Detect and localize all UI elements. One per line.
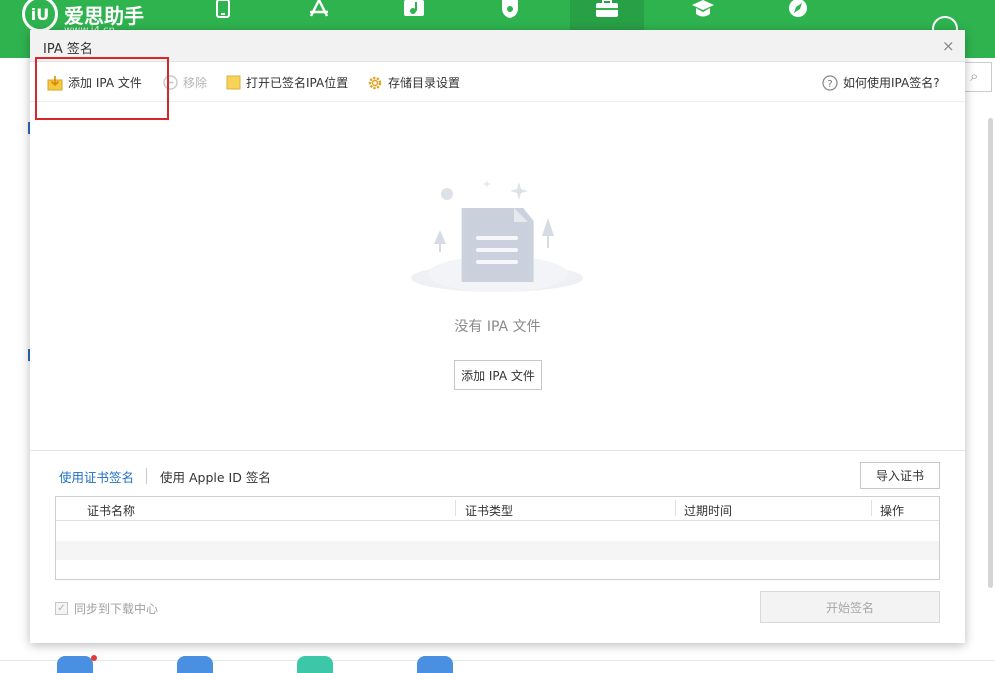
start-sign-button[interactable]: 开始签名 [760, 591, 940, 623]
column-separator [675, 500, 676, 516]
add-ipa-file-button[interactable]: 添加 IPA 文件 [454, 360, 542, 390]
app-tile-icon[interactable] [57, 656, 93, 673]
table-row [56, 560, 939, 579]
sync-download-center[interactable]: ✓ 同步到下载中心 [55, 600, 158, 617]
empty-file-illustration [410, 178, 585, 298]
column-header-cert-type: 证书类型 [465, 504, 514, 518]
dialog-header: IPA 签名 × [30, 30, 965, 62]
phone-icon[interactable] [213, 0, 233, 18]
section-divider [30, 450, 965, 451]
storage-settings-label: 存储目录设置 [388, 76, 461, 90]
help-icon: ? [822, 74, 838, 91]
tab-cert-sign[interactable]: 使用证书签名 [59, 467, 134, 486]
help-link[interactable]: ? 如何使用IPA签名? [822, 74, 940, 91]
svg-text:?: ? [827, 79, 832, 90]
import-cert-button[interactable]: 导入证书 [860, 462, 940, 489]
app-tile-icon[interactable] [417, 656, 453, 673]
tab-appleid-sign[interactable]: 使用 Apple ID 签名 [160, 467, 271, 486]
open-signed-location-button[interactable]: 打开已签名IPA位置 [225, 74, 348, 91]
logo-mark: iU [22, 0, 58, 32]
column-separator [455, 500, 456, 516]
dialog-toolbar: 添加 IPA 文件 移除 打开已签名IPA位置 存储目录设置 ? 如何使用IPA… [30, 62, 965, 102]
table-row [56, 522, 939, 541]
column-header-actions: 操作 [880, 504, 905, 518]
ringtone-icon[interactable] [500, 0, 520, 18]
toolbox-icon[interactable] [596, 0, 618, 18]
folder-icon [225, 75, 241, 91]
dialog-title: IPA 签名 [43, 42, 93, 57]
compass-icon[interactable] [788, 0, 808, 18]
help-label: 如何使用IPA签名? [843, 76, 940, 90]
education-icon[interactable] [692, 0, 714, 18]
background-scrollbar[interactable] [988, 118, 993, 588]
music-icon[interactable] [404, 0, 424, 18]
app-store-icon[interactable] [308, 0, 329, 18]
app-tile-icon[interactable] [297, 656, 333, 673]
open-signed-location-label: 打开已签名IPA位置 [246, 76, 349, 90]
highlight-box [35, 57, 169, 120]
sync-label: 同步到下载中心 [74, 602, 159, 616]
column-header-expiry: 过期时间 [684, 504, 733, 518]
empty-message: 没有 IPA 文件 [454, 319, 541, 335]
sync-checkbox[interactable]: ✓ [55, 602, 68, 615]
storage-settings-button[interactable]: 存储目录设置 [367, 74, 460, 91]
column-separator [871, 500, 872, 516]
gear-icon [367, 75, 383, 91]
cert-table: 证书名称 证书类型 过期时间 操作 [55, 496, 940, 580]
app-tile-icon[interactable] [177, 656, 213, 673]
notification-dot [91, 655, 97, 661]
table-header: 证书名称 证书类型 过期时间 操作 [56, 497, 939, 521]
column-header-cert-name: 证书名称 [87, 504, 136, 518]
search-icon[interactable]: ⌕ [962, 62, 992, 92]
remove-label: 移除 [183, 76, 208, 90]
ipa-sign-dialog: IPA 签名 × 添加 IPA 文件 移除 打开已签名IPA位置 存储目录设置 … [30, 30, 965, 643]
table-row [56, 541, 939, 560]
tab-separator [146, 468, 147, 484]
close-button[interactable]: × [942, 37, 955, 55]
background-divider [0, 660, 995, 661]
